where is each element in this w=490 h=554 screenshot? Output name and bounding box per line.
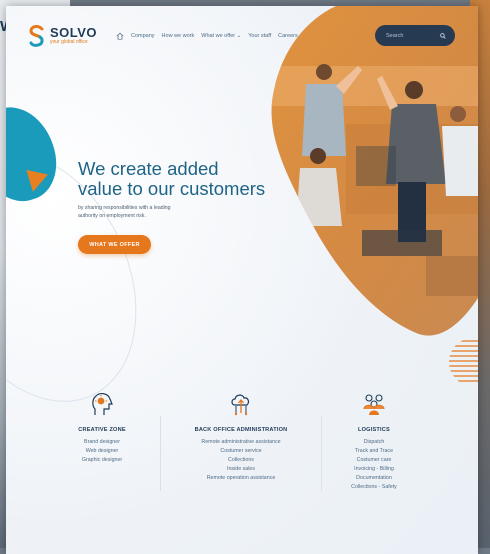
service-item[interactable]: Collections: [176, 456, 306, 465]
landing-page: SOLVO your global office Company How we …: [6, 6, 478, 554]
service-item[interactable]: Brand designer: [52, 438, 152, 447]
service-back-office: BACK OFFICE ADMINISTRATION Remote admini…: [176, 391, 306, 483]
hero-subtitle: by sharing responsibilities with a leadi…: [78, 205, 171, 219]
services-divider: [321, 416, 322, 491]
service-creative-zone: CREATIVE ZONE Brand designer Web designe…: [52, 391, 152, 465]
nav-item-careers[interactable]: Careers: [278, 33, 298, 39]
service-item[interactable]: Track and Trace: [324, 447, 424, 456]
what-we-offer-button[interactable]: WHAT WE OFFER: [78, 235, 151, 254]
decorative-stripes: [449, 340, 478, 382]
brand-tagline: your global office: [50, 39, 88, 45]
service-item[interactable]: Dispatch: [324, 438, 424, 447]
search-input[interactable]: [386, 32, 436, 39]
service-item[interactable]: Invoicing - Billing: [324, 465, 424, 474]
lightbulb-head-icon: [92, 393, 113, 415]
service-item[interactable]: Collections - Safety: [324, 483, 424, 492]
service-title: LOGISTICS: [358, 427, 390, 433]
hero-title-line-1: We create added: [78, 158, 219, 179]
service-item[interactable]: Web designer: [52, 447, 152, 456]
services-divider: [160, 416, 161, 491]
hero-title: We create added value to our customers: [78, 159, 288, 199]
service-title: BACK OFFICE ADMINISTRATION: [194, 427, 288, 433]
nav-item-how-we-work[interactable]: How we work: [162, 33, 195, 39]
solvo-logo[interactable]: SOLVO your global office: [28, 25, 97, 47]
service-item[interactable]: Costumer service: [176, 447, 306, 456]
brand-name: SOLVO: [50, 25, 98, 40]
search-box[interactable]: [375, 25, 455, 46]
nav-item-your-staff[interactable]: Your staff: [248, 33, 271, 39]
hero-title-line-2: value to our customers: [78, 178, 266, 199]
nav-item-company[interactable]: Company: [131, 33, 155, 39]
decorative-orange-triangle: [22, 169, 48, 195]
nav-item-what-we-offer[interactable]: What we offer ⌄: [201, 33, 241, 39]
main-nav: Company How we work What we offer ⌄ Your…: [116, 32, 298, 40]
home-icon[interactable]: [116, 32, 124, 40]
service-item[interactable]: Costumer care: [324, 456, 424, 465]
service-item[interactable]: Documentation: [324, 474, 424, 483]
service-item[interactable]: Remote operation assistance: [176, 474, 306, 483]
solvo-logo-mark-icon: [29, 25, 44, 47]
service-logistics: LOGISTICS Dispatch Track and Trace Costu…: [324, 391, 424, 492]
service-item[interactable]: Graphic designer: [52, 456, 152, 465]
service-title: CREATIVE ZONE: [78, 427, 126, 433]
service-item[interactable]: Remote administrative assistance: [176, 438, 306, 447]
team-icon: [363, 394, 385, 415]
service-item[interactable]: Inside sales: [176, 465, 306, 474]
search-icon[interactable]: [440, 32, 446, 39]
cloud-upload-icon: [231, 394, 250, 416]
